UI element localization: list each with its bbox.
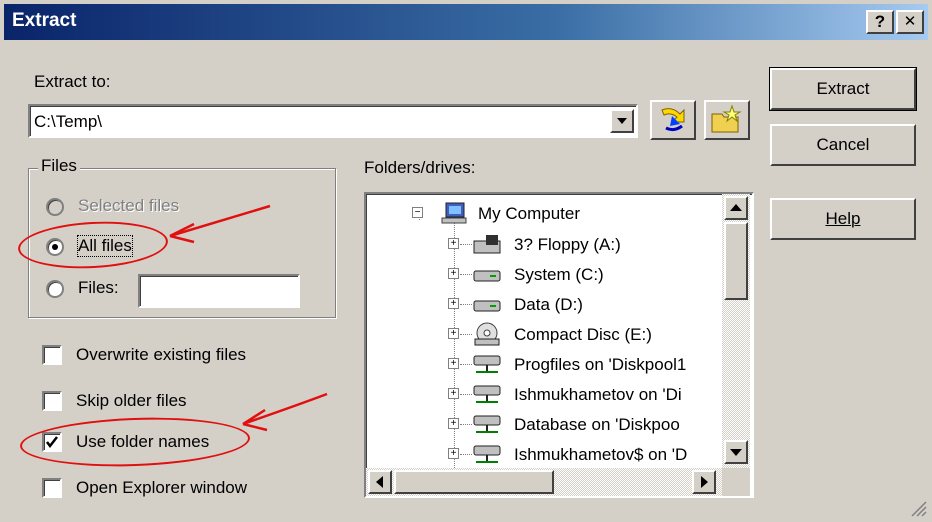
overwrite-label: Overwrite existing files (76, 345, 247, 364)
tree-item[interactable]: + Compact Disc (E:) (366, 319, 721, 349)
title-bar[interactable]: Extract ? ✕ (4, 4, 928, 40)
horizontal-scrollbar[interactable] (366, 468, 722, 496)
tree-item[interactable]: + 3? Floppy (A:) (366, 229, 721, 259)
tree-item[interactable]: + Ishmukhametov$ on 'D (366, 439, 721, 469)
scroll-up-button[interactable] (724, 196, 748, 220)
scrollbar-corner (722, 468, 750, 496)
tree-item-label: System (C:) (514, 265, 604, 284)
extract-dialog: Extract ? ✕ Extract to: C:\Temp\ Extract… (0, 0, 932, 522)
files-group-title: Files (38, 156, 80, 176)
network-drive-icon (473, 415, 501, 433)
vertical-scrollbar[interactable] (722, 194, 750, 468)
extract-button[interactable]: Extract (769, 67, 917, 111)
expand-icon[interactable]: + (448, 328, 459, 339)
files-label: Files: (78, 278, 119, 297)
new-folder-icon (711, 104, 742, 133)
scroll-left-button[interactable] (368, 470, 392, 494)
open-explorer-checkbox[interactable] (42, 478, 62, 498)
tree-line (460, 304, 472, 305)
tree-item-label: Database on 'Diskpoo (514, 415, 680, 434)
network-drive-icon (473, 385, 501, 403)
tree-root[interactable]: − My Computer (366, 198, 721, 228)
tree-item[interactable]: + Database on 'Diskpoo (366, 409, 721, 439)
extract-to-value[interactable]: C:\Temp\ (34, 112, 102, 132)
annotation-arrow-icon (242, 392, 328, 432)
tree-item-label: Compact Disc (E:) (514, 325, 652, 344)
expand-icon[interactable]: + (448, 388, 459, 399)
tree-root-label: My Computer (478, 204, 581, 223)
tree-line (460, 454, 472, 455)
files-input[interactable] (138, 274, 300, 308)
hscroll-thumb[interactable] (394, 470, 554, 494)
annotation-ellipse-use-folder-names (19, 414, 251, 470)
extract-to-combo[interactable]: C:\Temp\ (28, 104, 638, 138)
new-folder-button[interactable] (704, 100, 750, 140)
tree-item[interactable]: + Data (D:) (366, 289, 721, 319)
tree-item-label: Ishmukhametov on 'Di (514, 385, 682, 404)
window-title: Extract (12, 10, 77, 31)
tree-item-label: Data (D:) (514, 295, 583, 314)
selected-files-radio[interactable] (46, 198, 64, 216)
overwrite-checkbox[interactable] (42, 345, 62, 365)
annotation-arrow-icon (169, 204, 271, 244)
cancel-button[interactable]: Cancel (770, 124, 916, 166)
combo-dropdown-button[interactable] (610, 109, 634, 133)
tree-item[interactable]: + System (C:) (366, 259, 721, 289)
skip-older-label: Skip older files (76, 391, 187, 410)
hard-drive-icon (473, 300, 501, 312)
skip-older-checkbox[interactable] (42, 391, 62, 411)
collapse-icon[interactable]: − (412, 207, 423, 218)
resize-grip-icon[interactable] (908, 498, 928, 518)
expand-icon[interactable]: + (448, 448, 459, 459)
expand-icon[interactable]: + (448, 358, 459, 369)
open-explorer-label: Open Explorer window (76, 478, 248, 497)
extract-to-label: Extract to: (34, 72, 111, 91)
computer-icon (441, 202, 467, 224)
chevron-down-icon (617, 118, 627, 124)
arrow-right-icon (701, 476, 708, 488)
close-button[interactable]: ✕ (896, 10, 924, 34)
expand-icon[interactable]: + (448, 238, 459, 249)
expand-icon[interactable]: + (448, 418, 459, 429)
tree-item-label: Progfiles on 'Diskpool1 (514, 355, 687, 374)
arrow-left-icon (376, 476, 383, 488)
scroll-down-button[interactable] (724, 440, 748, 464)
network-drive-icon (473, 445, 501, 463)
help-button[interactable]: Help (770, 198, 916, 240)
arrow-up-icon (730, 204, 742, 211)
tree-line (460, 274, 472, 275)
files-radio[interactable] (46, 280, 64, 298)
tree-line (460, 394, 472, 395)
help-title-button[interactable]: ? (866, 10, 894, 34)
tree-item[interactable]: + Ishmukhametov on 'Di (366, 379, 721, 409)
expand-icon[interactable]: + (448, 268, 459, 279)
folders-label: Folders/drives: (364, 158, 476, 177)
scroll-right-button[interactable] (692, 470, 716, 494)
tree-line (460, 244, 472, 245)
network-drive-icon (473, 355, 501, 373)
help-button-label: Help (825, 209, 861, 228)
browse-button[interactable] (650, 100, 696, 140)
tree-item[interactable]: + Progfiles on 'Diskpool1 (366, 349, 721, 379)
tree-line (460, 424, 472, 425)
hard-drive-icon (473, 270, 501, 282)
cd-drive-icon (474, 322, 500, 346)
tree-line (460, 334, 472, 335)
tree-item-label: Ishmukhametov$ on 'D (514, 445, 688, 464)
scroll-thumb[interactable] (724, 222, 748, 300)
tree-item-label: 3? Floppy (A:) (514, 235, 621, 254)
expand-icon[interactable]: + (448, 298, 459, 309)
floppy-drive-icon (473, 235, 501, 254)
refresh-folder-icon (661, 108, 685, 132)
folders-tree[interactable]: − My Computer + 3? Floppy (A:) + System … (364, 192, 754, 498)
tree-line (460, 364, 472, 365)
arrow-down-icon (730, 449, 742, 456)
